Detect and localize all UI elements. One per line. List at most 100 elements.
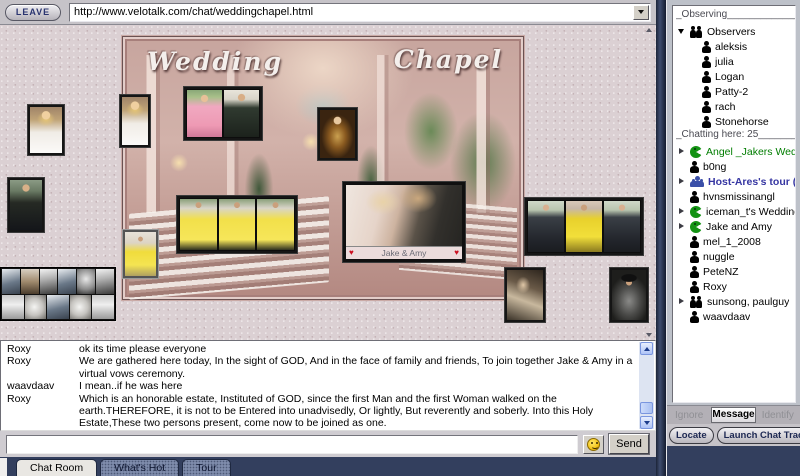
filmstrip-cell xyxy=(77,269,96,294)
tree-expand-icon[interactable] xyxy=(678,222,686,231)
chatter-row[interactable]: nuggle xyxy=(676,249,795,264)
tree-expand-icon[interactable] xyxy=(678,177,686,186)
chat-author: waavdaav xyxy=(7,380,55,393)
chatter-row[interactable]: waavdaav xyxy=(676,309,795,324)
tree-expand-icon[interactable] xyxy=(678,162,686,171)
message-input[interactable] xyxy=(6,434,578,454)
chatter-row[interactable]: Jake and Amy xyxy=(676,219,795,234)
chat-scrollbar[interactable] xyxy=(639,342,654,429)
chatter-name: Jake and Amy xyxy=(706,220,772,233)
filmstrip-cell xyxy=(96,269,114,294)
chatting-section-label: _Chatting here: 25____________ xyxy=(676,129,795,140)
user-list-box[interactable]: _Observing__________________ Observers a… xyxy=(672,5,796,403)
bottom-tab[interactable]: Chat Room xyxy=(16,459,98,476)
tab-bar-notch xyxy=(0,458,7,476)
user-type-icon xyxy=(690,176,704,187)
jake-amy-caption-text: Jake & Amy xyxy=(381,248,427,258)
scroll-down-icon[interactable] xyxy=(646,333,652,337)
chatter-row[interactable]: sunsong, paulguy xyxy=(676,294,795,309)
tree-expand-icon[interactable] xyxy=(678,312,686,321)
tree-expand-icon[interactable] xyxy=(678,147,686,156)
avatar-bridesmaid xyxy=(180,199,217,250)
chatter-row[interactable]: iceman_t's Wedding P xyxy=(676,204,795,219)
observer-row[interactable]: Patty-2 xyxy=(676,84,795,99)
tree-expand-icon[interactable] xyxy=(678,252,686,261)
bottom-tab-label: Tour xyxy=(196,462,217,474)
tree-expand-icon[interactable] xyxy=(678,237,686,246)
avatar-photo-sepia-man[interactable] xyxy=(505,268,545,322)
bottom-tab[interactable]: What's Hot xyxy=(100,459,180,476)
person-icon xyxy=(702,55,711,68)
avatar-tuxedo-man xyxy=(224,90,259,137)
observer-row[interactable]: Stonehorse xyxy=(676,114,795,129)
scroll-thumb[interactable] xyxy=(640,402,653,414)
chatter-row[interactable]: b0ng xyxy=(676,159,795,174)
tree-collapse-icon[interactable] xyxy=(678,27,686,36)
chatter-row[interactable]: PeteNZ xyxy=(676,264,795,279)
message-composer: Send xyxy=(0,431,656,457)
chapel-title: Chapel xyxy=(393,45,503,74)
scroll-up-button[interactable] xyxy=(640,342,653,355)
chatter-name: mel_1_2008 xyxy=(703,235,761,248)
launch-chat-tracker-button[interactable]: Launch Chat Tracker xyxy=(716,426,800,444)
observer-row[interactable]: Logan xyxy=(676,69,795,84)
tree-expand-icon[interactable] xyxy=(678,192,686,201)
locate-button[interactable]: Locate xyxy=(669,426,714,444)
stage-scrollbar[interactable] xyxy=(643,28,655,337)
avatar-photo-bride-top[interactable] xyxy=(120,95,150,147)
avatar-photo-jake-and-amy[interactable]: ♥ Jake & Amy ♥ xyxy=(343,182,465,262)
bottom-tab-label: What's Hot xyxy=(114,462,166,474)
avatar-photo-groom-left[interactable] xyxy=(8,178,44,232)
filmstrip-cell xyxy=(2,269,20,294)
send-button[interactable]: Send xyxy=(609,434,649,454)
tree-expand-icon[interactable] xyxy=(678,207,686,216)
user-type-icon xyxy=(690,205,702,218)
observer-row[interactable]: julia xyxy=(676,54,795,69)
url-dropdown-button[interactable] xyxy=(633,4,649,20)
sidebar-buttons-row: Locate Launch Chat Tracker xyxy=(667,424,800,446)
chatter-row[interactable]: Angel _Jakers Weddin xyxy=(676,144,795,159)
bottom-tab-bar: Chat Room What's Hot Tour xyxy=(0,457,656,476)
message-button[interactable]: Message xyxy=(711,407,756,423)
identify-button[interactable]: Identify xyxy=(758,410,798,421)
observer-name: Logan xyxy=(715,70,745,83)
avatar-photo-filmstrip-collage[interactable] xyxy=(0,267,116,321)
url-combobox xyxy=(69,2,651,22)
observer-row[interactable]: aleksis xyxy=(676,39,795,54)
chatter-name: hvnsmissinangl xyxy=(703,190,775,203)
avatar-photo-yellow-gown[interactable] xyxy=(123,230,158,278)
scroll-down-button[interactable] xyxy=(640,416,653,429)
ignore-button[interactable]: Ignore xyxy=(669,410,709,421)
avatar-photo-gold-portrait[interactable] xyxy=(318,108,357,160)
scroll-up-icon xyxy=(643,346,650,351)
url-input[interactable] xyxy=(70,6,633,18)
chatter-row[interactable]: Roxy xyxy=(676,279,795,294)
chat-text: Which is an honorable estate, Instituted… xyxy=(79,392,594,430)
observers-root-row[interactable]: Observers xyxy=(676,24,795,39)
chatter-row[interactable]: Host-Ares's tour (Hos xyxy=(676,174,795,189)
avatar-photo-couple-pair[interactable] xyxy=(184,87,262,140)
avatar-photo-bridesmaids-strip[interactable] xyxy=(177,196,297,253)
bottom-tab[interactable]: Tour xyxy=(182,459,231,476)
emoticon-button[interactable] xyxy=(583,434,604,454)
scroll-up-icon[interactable] xyxy=(646,28,652,32)
tree-expand-icon[interactable] xyxy=(678,282,686,291)
tree-expand-icon[interactable] xyxy=(678,297,686,306)
user-type-icon xyxy=(690,295,703,308)
chatter-row[interactable]: hvnsmissinangl xyxy=(676,189,795,204)
chat-author: Roxy xyxy=(7,430,79,431)
chatter-name: b0ng xyxy=(703,160,727,173)
filmstrip-cell xyxy=(2,294,24,319)
chatter-row[interactable]: mel_1_2008 xyxy=(676,234,795,249)
observer-row[interactable]: rach xyxy=(676,99,795,114)
avatar-photo-bride-left[interactable] xyxy=(28,105,64,155)
tree-expand-icon[interactable] xyxy=(678,267,686,276)
filmstrip-cell xyxy=(58,269,77,294)
chat-text: Jake and Amy ...This is the day you two … xyxy=(79,430,635,431)
avatar-photo-guests-strip[interactable] xyxy=(525,198,643,255)
avatar-yellow-dress-woman xyxy=(566,201,602,252)
chat-log[interactable]: Roxy ok its time please everyone Roxy We… xyxy=(0,340,656,431)
leave-button[interactable]: LEAVE xyxy=(5,3,61,21)
chat-text: We are gathered here today, In the sight… xyxy=(79,355,633,380)
wedding-title: Wedding xyxy=(147,47,284,76)
